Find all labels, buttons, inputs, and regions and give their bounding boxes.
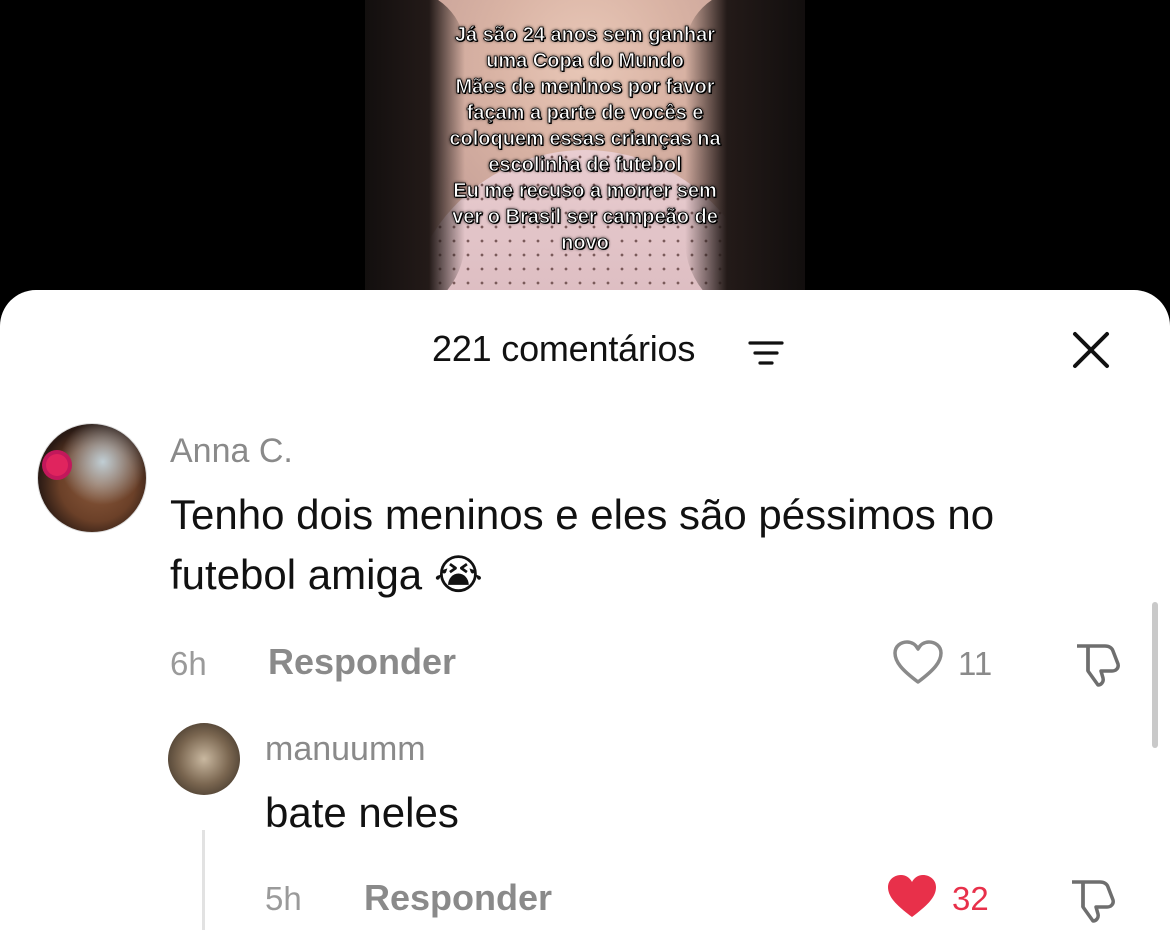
caption-line: uma Copa do Mundo bbox=[486, 50, 685, 73]
sort-lines-icon[interactable] bbox=[748, 340, 784, 366]
caption-line: façam a parte de vocês e bbox=[466, 102, 704, 125]
comment-text: Tenho dois meninos e eles são péssimos n… bbox=[170, 485, 994, 605]
comment-time: 6h bbox=[170, 645, 207, 682]
heart-filled-icon[interactable] bbox=[886, 874, 938, 920]
comment-text-line: futebol amiga 😭 bbox=[170, 551, 483, 598]
caption-line: novo bbox=[561, 232, 610, 255]
video-caption: Já são 24 anos sem ganhar uma Copa do Mu… bbox=[365, 22, 805, 256]
dislike-icon[interactable] bbox=[1071, 640, 1123, 688]
like-count: 11 bbox=[958, 645, 993, 682]
comments-count-title: 221 comentários bbox=[432, 328, 696, 369]
like-count: 32 bbox=[952, 880, 989, 917]
caption-line: Mães de meninos por favor bbox=[455, 76, 715, 99]
dislike-icon[interactable] bbox=[1066, 876, 1118, 924]
avatar[interactable] bbox=[168, 723, 240, 795]
heart-outline-icon[interactable] bbox=[892, 640, 944, 686]
reply-button[interactable]: Responder bbox=[364, 877, 552, 919]
comment-text-line: Tenho dois meninos e eles são péssimos n… bbox=[170, 491, 995, 538]
avatar-background bbox=[38, 424, 146, 532]
comment-text: bate neles bbox=[265, 789, 459, 836]
caption-line: escolinha de futebol bbox=[488, 154, 682, 177]
scrollbar[interactable] bbox=[1152, 602, 1158, 748]
comments-sheet: 221 comentários Anna C. Tenho dois menin… bbox=[0, 290, 1170, 930]
flower-icon bbox=[46, 454, 68, 476]
thread-line bbox=[202, 830, 205, 930]
comments-header: 221 comentários bbox=[0, 320, 1170, 380]
reply-button[interactable]: Responder bbox=[268, 641, 456, 683]
video-thumbnail[interactable]: Já são 24 anos sem ganhar uma Copa do Mu… bbox=[365, 0, 805, 300]
close-x-icon[interactable] bbox=[1071, 330, 1111, 370]
caption-line: coloquem essas crianças na bbox=[449, 128, 721, 151]
caption-line: Eu me recuso a morrer sem bbox=[453, 180, 717, 203]
comment-username[interactable]: manuumm bbox=[265, 730, 426, 769]
caption-line: Já são 24 anos sem ganhar bbox=[454, 24, 716, 47]
video-background[interactable]: Já são 24 anos sem ganhar uma Copa do Mu… bbox=[0, 0, 1170, 300]
caption-line: ver o Brasil ser campeão de bbox=[452, 206, 719, 229]
comment-time: 5h bbox=[265, 880, 302, 917]
avatar[interactable] bbox=[37, 423, 147, 533]
comment-username[interactable]: Anna C. bbox=[170, 432, 293, 471]
